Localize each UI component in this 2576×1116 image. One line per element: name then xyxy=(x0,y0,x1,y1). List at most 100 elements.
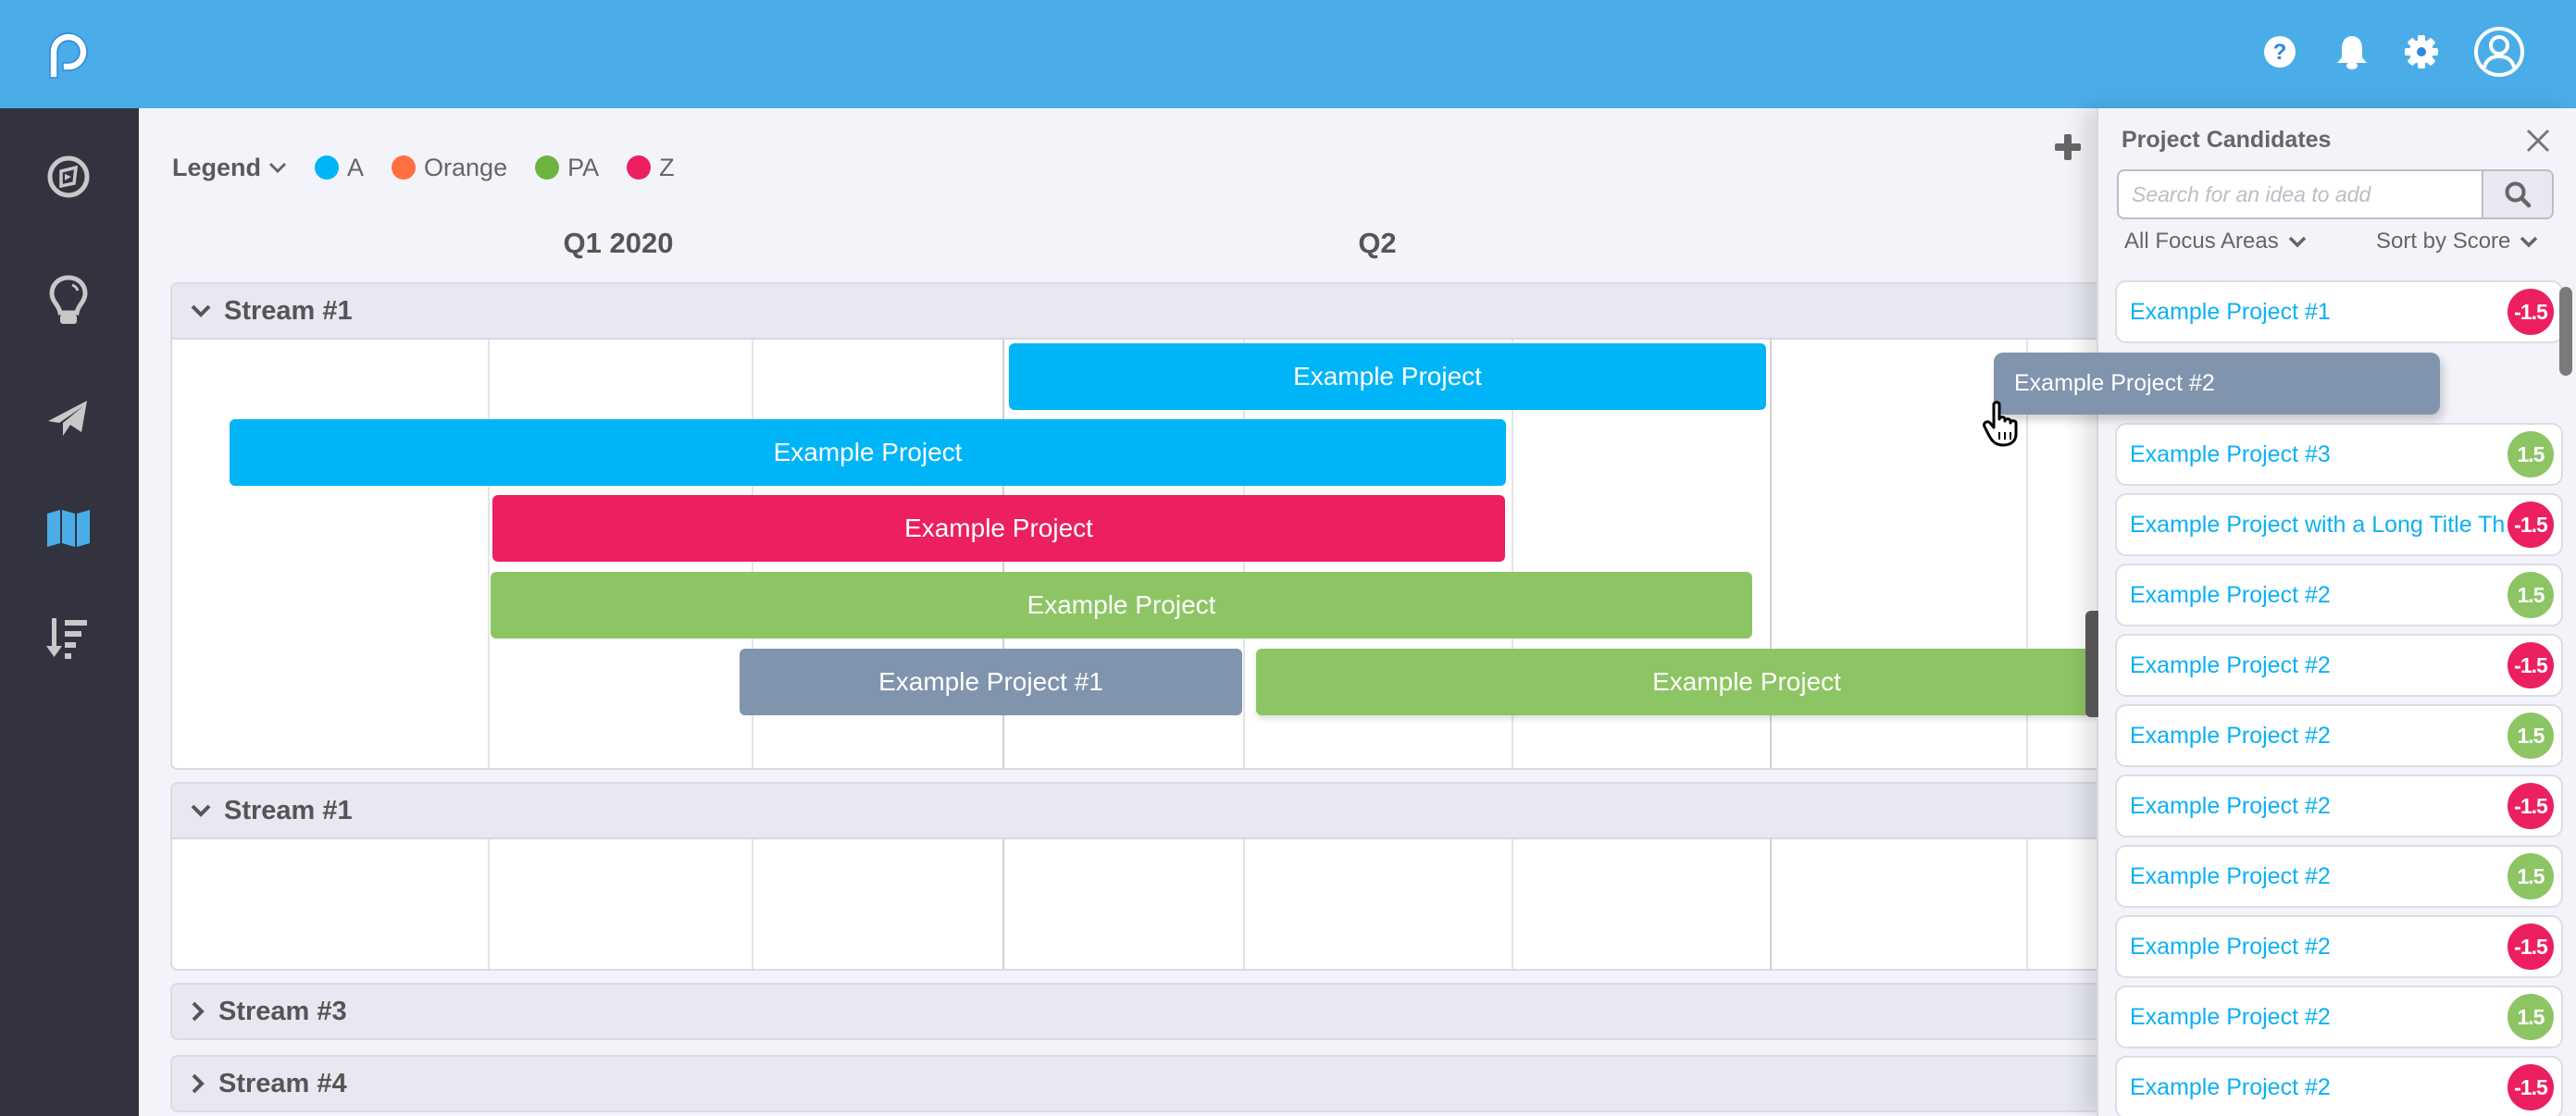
legend-item[interactable]: Orange xyxy=(392,154,507,182)
stream-body xyxy=(172,839,2235,969)
legend-title: Legend xyxy=(172,153,262,181)
svg-text:?: ? xyxy=(2273,40,2287,65)
sort-dropdown[interactable]: Sort by Score xyxy=(2376,229,2538,254)
dragging-card-title: Example Project #2 xyxy=(2014,370,2215,396)
score-badge: -1.5 xyxy=(2508,924,2554,970)
chevron-down-icon xyxy=(2520,236,2538,248)
lightbulb-icon xyxy=(49,275,88,324)
stream-title: Stream #1 xyxy=(224,295,353,326)
gridline xyxy=(488,839,490,969)
candidate-item[interactable]: Example Project #2 1.5 xyxy=(2115,986,2563,1048)
chevron-down-icon xyxy=(268,162,287,174)
stream-header[interactable]: Stream #3 xyxy=(172,985,2235,1038)
candidate-title: Example Project with a Long Title Th.. xyxy=(2130,511,2508,538)
gridline xyxy=(2026,839,2028,969)
legend-item[interactable]: PA xyxy=(535,154,599,182)
score-badge: 1.5 xyxy=(2508,853,2554,899)
user-avatar-icon[interactable] xyxy=(2472,24,2526,80)
search-input[interactable] xyxy=(2119,171,2482,217)
stream-header[interactable]: Stream #4 xyxy=(172,1057,2235,1110)
score-badge: 1.5 xyxy=(2508,994,2554,1040)
panel-scrollbar[interactable] xyxy=(2559,287,2572,376)
gridline xyxy=(1243,839,1245,969)
sidebar-item-compass[interactable] xyxy=(37,145,100,208)
legend-color-dot xyxy=(315,155,340,180)
chevron-down-icon xyxy=(2288,236,2306,248)
project-bar[interactable]: Example Project xyxy=(230,419,1506,486)
sort-label: Sort by Score xyxy=(2376,229,2511,254)
gridline xyxy=(488,340,490,768)
help-icon[interactable]: ? xyxy=(2254,26,2306,78)
roadmap-main: Legend A Orange PA Z Q1 2020 Q2 Stream #1 E… xyxy=(139,108,2235,1116)
score-badge: -1.5 xyxy=(2508,289,2554,335)
stream-header[interactable]: Stream #1 xyxy=(172,284,2235,340)
gridline xyxy=(1512,839,1513,969)
candidate-title: Example Project #2 xyxy=(2130,1003,2331,1030)
candidate-item[interactable]: Example Project #2 1.5 xyxy=(2115,704,2563,767)
sidebar-item-prioritize[interactable] xyxy=(37,607,100,670)
candidate-title: Example Project #2 xyxy=(2130,722,2331,749)
legend-label: Z xyxy=(659,153,675,181)
candidate-title: Example Project #2 xyxy=(2130,792,2331,819)
gridline xyxy=(752,839,753,969)
compass-icon xyxy=(47,155,90,198)
candidate-item[interactable]: Example Project #2 1.5 xyxy=(2115,564,2563,626)
sidebar-item-ideas[interactable] xyxy=(37,270,100,333)
candidate-title: Example Project #2 xyxy=(2130,581,2331,608)
stream-title: Stream #4 xyxy=(218,1068,347,1098)
stream-title: Stream #1 xyxy=(224,795,353,825)
legend-color-dot xyxy=(535,155,560,180)
gridline-quarter xyxy=(1770,839,1772,969)
stream-body: Example Project Example Project Example … xyxy=(172,340,2235,768)
project-bar[interactable]: Example Project xyxy=(491,572,1752,639)
chevron-right-icon xyxy=(192,1073,205,1094)
close-panel-button[interactable] xyxy=(2522,125,2554,156)
candidate-item[interactable]: Example Project #2 -1.5 xyxy=(2115,1056,2563,1116)
sidebar xyxy=(0,108,139,1116)
legend-label: Orange xyxy=(424,153,508,181)
legend-toggle[interactable]: Legend xyxy=(172,154,287,182)
stream-header[interactable]: Stream #1 xyxy=(172,784,2235,839)
search-box xyxy=(2117,169,2554,219)
dragging-project-card[interactable]: Example Project #2 xyxy=(1994,353,2440,415)
quarter-label-q1: Q1 2020 xyxy=(563,227,674,259)
gear-icon[interactable] xyxy=(2396,26,2447,78)
candidate-item[interactable]: Example Project #2 -1.5 xyxy=(2115,915,2563,978)
app-logo[interactable] xyxy=(44,30,98,80)
bell-icon[interactable] xyxy=(2326,26,2378,78)
project-bar[interactable]: Example Project xyxy=(492,495,1505,562)
project-bar[interactable]: Example Project xyxy=(1009,343,1766,410)
sidebar-item-send[interactable] xyxy=(37,386,100,449)
panel-resize-handle[interactable] xyxy=(2085,611,2098,717)
candidate-item[interactable]: Example Project #2 -1.5 xyxy=(2115,634,2563,697)
candidate-title: Example Project #2 xyxy=(2130,862,2331,889)
candidate-item[interactable]: Example Project with a Long Title Th.. -1… xyxy=(2115,493,2563,556)
paper-plane-icon xyxy=(48,401,87,436)
candidate-title: Example Project #1 xyxy=(2130,298,2331,325)
score-badge: 1.5 xyxy=(2508,572,2554,618)
legend-label: PA xyxy=(567,153,600,181)
add-project-button[interactable] xyxy=(2051,130,2084,164)
legend-item[interactable]: A xyxy=(315,154,364,182)
score-badge: 1.5 xyxy=(2508,431,2554,477)
legend-label: A xyxy=(347,153,365,181)
candidate-title: Example Project #2 xyxy=(2130,933,2331,960)
quarter-label-q2: Q2 xyxy=(1358,227,1397,259)
legend-color-dot xyxy=(392,155,417,180)
legend-item[interactable]: Z xyxy=(627,154,675,182)
sidebar-item-roadmap[interactable] xyxy=(37,497,100,560)
gridline-quarter xyxy=(1002,839,1004,969)
candidate-item[interactable]: Example Project #2 1.5 xyxy=(2115,845,2563,908)
focus-area-label: All Focus Areas xyxy=(2124,229,2279,254)
search-button[interactable] xyxy=(2482,171,2552,217)
stream-2: Stream #1 xyxy=(170,782,2235,971)
legend-color-dot xyxy=(627,155,652,180)
candidate-item[interactable]: Example Project #2 -1.5 xyxy=(2115,775,2563,837)
focus-area-filter[interactable]: All Focus Areas xyxy=(2124,229,2307,254)
project-bar[interactable]: Example Project #1 xyxy=(740,649,1242,715)
chevron-right-icon xyxy=(192,1001,205,1022)
chevron-down-icon xyxy=(191,804,211,817)
search-icon xyxy=(2505,181,2532,208)
candidate-item[interactable]: Example Project #1 -1.5 xyxy=(2115,280,2563,343)
candidate-item[interactable]: Example Project #3 1.5 xyxy=(2115,423,2563,486)
